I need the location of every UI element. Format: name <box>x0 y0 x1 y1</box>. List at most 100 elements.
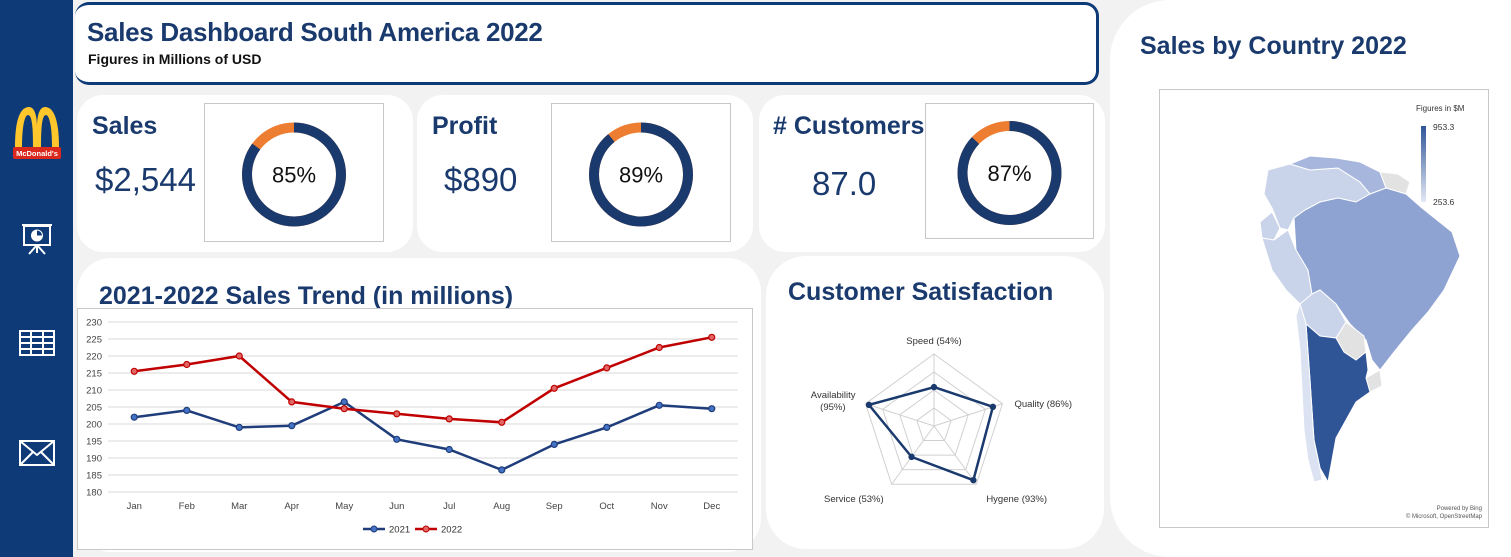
series-line-2022 <box>134 336 712 424</box>
y-tick-label: 220 <box>86 352 102 363</box>
line-chart: 180 185 190 195 200 205 210 215 220 225 230 Jan Feb M… <box>86 318 738 536</box>
data-point-2022 <box>130 367 138 375</box>
x-tick-label: Apr <box>284 501 299 512</box>
x-tick-label: Jun <box>389 501 404 512</box>
table-icon[interactable] <box>0 330 73 356</box>
map-legend-max: 953.3 <box>1433 122 1455 132</box>
x-tick-label: Feb <box>179 501 195 512</box>
y-tick-label: 230 <box>86 318 102 329</box>
data-point-2021 <box>183 406 191 415</box>
dashboard-header: Sales Dashboard South America 2022 Figur… <box>75 2 1099 85</box>
kpi-value: 87.0 <box>812 165 877 202</box>
x-tick-label: Dec <box>703 501 720 512</box>
donut-svg: 87% <box>957 121 1062 225</box>
data-point-2022 <box>445 415 453 423</box>
radar-point <box>989 403 997 411</box>
radar-point <box>930 383 938 391</box>
presentation-icon[interactable] <box>0 222 73 256</box>
line-chart-box: 180 185 190 195 200 205 210 215 220 225 230 Jan Feb M… <box>77 308 753 550</box>
donut-percent-label: 89% <box>619 163 663 188</box>
page-title: Sales Dashboard South America 2022 <box>87 17 543 47</box>
y-tick-label: 195 <box>86 437 102 448</box>
radar-series <box>866 385 995 482</box>
y-tick-label: 215 <box>86 369 102 380</box>
data-point-2021 <box>235 423 243 432</box>
data-point-2022 <box>183 360 191 369</box>
radar-axis-label: Quality (86%) <box>1014 399 1072 410</box>
data-point-2021 <box>603 423 611 432</box>
data-point-2022 <box>655 343 663 352</box>
data-point-2021 <box>708 405 716 413</box>
map-legend-min: 253.6 <box>1433 197 1455 207</box>
series-line-2021 <box>134 400 712 472</box>
data-point-2022 <box>498 418 506 426</box>
data-point-2022 <box>288 398 296 406</box>
satisfaction-card: Customer Satisfaction Speed (54%) Quality… <box>766 256 1104 549</box>
mcdonalds-logo[interactable]: McDonald's <box>0 103 73 163</box>
page-subtitle: Figures in Millions of USD <box>88 51 262 67</box>
kpi-value: $2,544 <box>95 161 196 198</box>
x-tick-label: Aug <box>493 501 510 512</box>
data-point-2021 <box>550 440 558 448</box>
radar-point <box>865 401 873 409</box>
y-tick-label: 205 <box>86 403 102 414</box>
donut-chart: 87% <box>925 103 1094 239</box>
y-tick-label: 190 <box>86 454 102 465</box>
map-title: Sales by Country 2022 <box>1140 32 1407 60</box>
data-point-2021 <box>288 422 296 430</box>
x-tick-label: Jul <box>443 501 455 512</box>
data-point-2022 <box>235 352 243 360</box>
kpi-value: $890 <box>444 161 518 198</box>
data-point-2021 <box>498 466 506 474</box>
radar-axis-label: Hygene (93%) <box>986 494 1047 505</box>
map-credit: © Microsoft, OpenStreetMap <box>1406 513 1483 520</box>
x-tick-label: Sep <box>546 501 563 512</box>
kpi-title: Profit <box>432 112 498 140</box>
map-chart[interactable]: Figures in $M 953.3 253.6 Powered by Bin… <box>1159 89 1489 528</box>
kpi-card-profit: Profit $890 89% <box>417 95 753 252</box>
kpi-card-sales: Sales $2,544 85% <box>77 95 413 252</box>
south-america-map: Figures in $M 953.3 253.6 Powered by Bin… <box>1259 104 1483 520</box>
donut-svg: 85% <box>242 122 346 227</box>
donut-percent-label: 87% <box>987 161 1031 186</box>
x-tick-label: Oct <box>599 501 614 512</box>
map-legend-gradient <box>1421 126 1426 202</box>
map-credit: Powered by Bing <box>1437 506 1482 512</box>
radar-axis-label: Speed (54%) <box>906 336 961 347</box>
x-tick-label: Jan <box>127 501 142 512</box>
x-tick-label: Nov <box>651 501 668 512</box>
map-legend-title: Figures in $M <box>1416 104 1465 113</box>
donut-chart: 89% <box>551 103 731 242</box>
data-point-2021 <box>445 445 453 454</box>
sales-trend-card: 2021-2022 Sales Trend (in millions) 180 1… <box>77 258 761 552</box>
legend-label: 2021 <box>389 525 410 536</box>
data-point-2021 <box>130 413 138 421</box>
y-tick-label: 180 <box>86 488 102 499</box>
donut-percent-label: 85% <box>272 163 316 188</box>
y-tick-label: 185 <box>86 471 102 482</box>
sidebar: McDonald's <box>0 0 73 557</box>
data-point-2021 <box>393 435 401 443</box>
sales-trend-title: 2021-2022 Sales Trend (in millions) <box>99 282 514 310</box>
y-tick-label: 200 <box>86 420 102 431</box>
data-point-2021 <box>340 398 348 406</box>
donut-svg: 89% <box>589 122 693 227</box>
legend-marker <box>370 525 378 533</box>
radar-axis-label: Availability <box>811 390 856 401</box>
data-point-2022 <box>708 333 716 341</box>
data-point-2021 <box>655 401 663 409</box>
data-point-2022 <box>550 384 558 392</box>
x-tick-label: Mar <box>231 501 247 512</box>
radar-point <box>908 453 915 461</box>
y-tick-label: 225 <box>86 335 102 346</box>
y-tick-label: 210 <box>86 386 102 397</box>
radar-point <box>970 476 977 484</box>
logo-text: McDonald's <box>16 149 58 158</box>
mail-icon[interactable] <box>0 440 73 466</box>
kpi-title: # Customers <box>773 112 925 140</box>
legend-label: 2022 <box>441 525 462 536</box>
data-point-2022 <box>603 364 611 372</box>
x-tick-label: May <box>335 501 353 512</box>
legend-marker <box>422 525 430 533</box>
radar-axis-label: Service (53%) <box>824 494 884 505</box>
